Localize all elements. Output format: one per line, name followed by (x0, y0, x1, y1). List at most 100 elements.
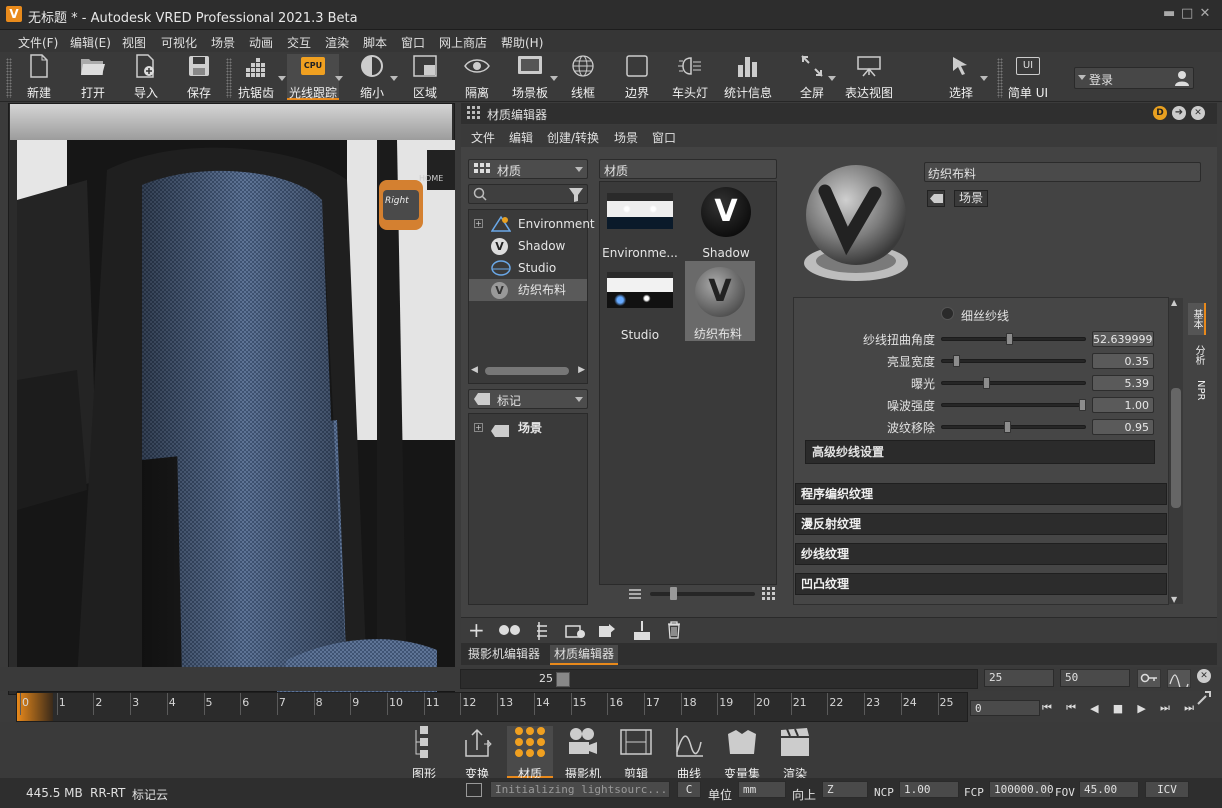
me-menu-window[interactable]: 窗口 (652, 129, 676, 146)
property-slider[interactable] (941, 377, 1086, 389)
skip-start-icon[interactable]: ⏮ (1042, 701, 1052, 715)
scroll-down-icon[interactable]: ▼ (1171, 595, 1177, 604)
menu-visualization[interactable]: 可视化 (161, 34, 197, 51)
nav-cube-right-label[interactable]: Right (385, 196, 409, 206)
property-slider[interactable] (941, 333, 1086, 345)
menu-animation[interactable]: 动画 (249, 34, 273, 51)
antialias-dropdown-icon[interactable] (278, 76, 286, 81)
new-button[interactable]: 新建 (22, 54, 56, 100)
material-type-combo[interactable]: 材质 (468, 159, 588, 179)
thumb-environment[interactable]: Environme... (602, 193, 678, 263)
login-field[interactable]: 登录 (1074, 67, 1194, 89)
property-value-field[interactable]: 5.39 (1092, 375, 1154, 391)
tree-item-shadow[interactable]: V Shadow (469, 235, 587, 257)
stats-button[interactable]: 统计信息 (722, 54, 774, 100)
close-button[interactable]: ✕ (1199, 7, 1211, 20)
module-clips[interactable]: 剪辑 (613, 726, 659, 782)
tree-hscrollbar[interactable]: ◀ ▶ (471, 365, 585, 377)
property-slider[interactable] (941, 355, 1086, 367)
me-menu-edit[interactable]: 编辑 (509, 129, 533, 146)
annotation-cloud[interactable]: 标记云 (132, 786, 168, 803)
menu-view[interactable]: 视图 (122, 34, 146, 51)
menu-file[interactable]: 文件(F) (18, 34, 58, 51)
side-tab-basic[interactable]: 基本 (1188, 303, 1206, 335)
end-frame-field[interactable]: 50 (1060, 669, 1130, 687)
region-button[interactable]: 区域 (408, 54, 442, 100)
unit-select[interactable]: mm (738, 781, 786, 798)
fullscreen-button[interactable]: 全屏 (795, 54, 829, 100)
tree-item-fabric[interactable]: V 纺织布料 (469, 279, 587, 301)
thumb-shadow[interactable]: V Shadow (693, 187, 759, 260)
section-yarn-texture[interactable]: 纱线纹理 (795, 543, 1167, 565)
play-reverse-icon[interactable]: ◀ (1090, 702, 1098, 715)
fullscreen-dropdown-icon[interactable] (828, 76, 836, 81)
menu-render[interactable]: 渲染 (325, 34, 349, 51)
scene-plate-dropdown-icon[interactable] (550, 76, 558, 81)
expand-icon[interactable]: + (474, 423, 483, 432)
scroll-up-icon[interactable]: ▲ (1171, 298, 1177, 307)
section-bump-texture[interactable]: 凹凸纹理 (795, 573, 1167, 595)
slider-knob[interactable] (983, 377, 990, 389)
start-frame-field[interactable]: 25 (984, 669, 1054, 687)
scene-plate-button[interactable]: 场景板 (509, 54, 551, 100)
group-icon[interactable] (499, 624, 521, 639)
module-camera[interactable]: 摄影机 (560, 726, 606, 782)
menu-help[interactable]: 帮助(H) (501, 34, 543, 51)
expand-icon[interactable]: + (474, 219, 483, 228)
frame-field[interactable]: 0 (970, 700, 1040, 716)
me-menu-create[interactable]: 创建/转换 (547, 129, 599, 146)
module-curves[interactable]: 曲线 (666, 726, 712, 782)
tag-item-scene[interactable]: + 场景 (469, 417, 587, 439)
bounds-button[interactable]: 边界 (620, 54, 654, 100)
section-procedural-weave[interactable]: 程序编织纹理 (795, 483, 1167, 505)
module-render[interactable]: 渲染 (772, 726, 818, 782)
ncp-field[interactable]: 1.00 (899, 781, 959, 798)
toolbar-grip[interactable] (997, 58, 1003, 98)
properties-scrollbar[interactable]: ▲ ▼ (1169, 298, 1183, 604)
scrollbar-thumb[interactable] (485, 367, 569, 375)
import-button[interactable]: 导入 (129, 54, 163, 100)
tab-material-editor[interactable]: 材质编辑器 (550, 645, 619, 665)
zoom-dropdown-icon[interactable] (390, 76, 398, 81)
scroll-right-icon[interactable]: ▶ (578, 365, 585, 375)
next-key-icon[interactable]: ⏭ (1160, 701, 1170, 715)
side-tab-npr[interactable]: NPR (1188, 375, 1206, 405)
render-viewport[interactable]: Right HOME (17, 140, 455, 692)
module-graph[interactable]: 图形 (401, 726, 447, 782)
login-dropdown-icon[interactable] (1078, 75, 1086, 80)
material-name-field[interactable]: 纺织布料 (924, 162, 1201, 182)
select-dropdown-icon[interactable] (980, 76, 988, 81)
stop-icon[interactable]: ■ (1113, 702, 1123, 715)
list-view-icon[interactable] (629, 588, 641, 603)
menu-scene[interactable]: 场景 (211, 34, 235, 51)
slider-knob[interactable] (1079, 399, 1086, 411)
minimize-button[interactable]: ▬ (1163, 7, 1175, 20)
menu-window[interactable]: 窗口 (401, 34, 425, 51)
tree-item-studio[interactable]: Studio (469, 257, 587, 279)
me-menu-file[interactable]: 文件 (471, 129, 495, 146)
slider-knob[interactable] (953, 355, 960, 367)
thumb-fabric-selected[interactable]: V 纺织布料 (685, 261, 755, 341)
advanced-yarn-settings-button[interactable]: 高级纱线设置 (805, 440, 1155, 464)
slider-knob[interactable] (1006, 333, 1013, 345)
tags-combo[interactable]: 标记 (468, 389, 588, 409)
wireframe-button[interactable]: 线框 (566, 54, 600, 100)
nav-home-label[interactable]: HOME (419, 174, 443, 183)
filter-icon[interactable] (569, 188, 583, 205)
scrollbar-thumb[interactable] (1171, 388, 1181, 508)
grid-view-icon[interactable] (762, 587, 776, 604)
slider-knob[interactable] (1004, 421, 1011, 433)
isolate-button[interactable]: 隔离 (460, 54, 494, 100)
timeline-handle[interactable] (556, 672, 570, 687)
menu-script[interactable]: 脚本 (363, 34, 387, 51)
scroll-left-icon[interactable]: ◀ (471, 365, 478, 375)
property-value-field[interactable]: 0.95 (1092, 419, 1154, 435)
module-variant-sets[interactable]: 变量集 (719, 726, 765, 782)
slider-knob[interactable] (670, 587, 677, 600)
filament-yarn-radio[interactable] (941, 307, 954, 320)
paint-bucket-icon[interactable] (633, 621, 651, 644)
thumbnail-size-slider[interactable] (650, 587, 755, 600)
section-diffuse-texture[interactable]: 漫反射纹理 (795, 513, 1167, 535)
dock-grip-icon[interactable] (467, 106, 481, 123)
log-output[interactable]: Initializing lightsourc... (490, 781, 670, 798)
